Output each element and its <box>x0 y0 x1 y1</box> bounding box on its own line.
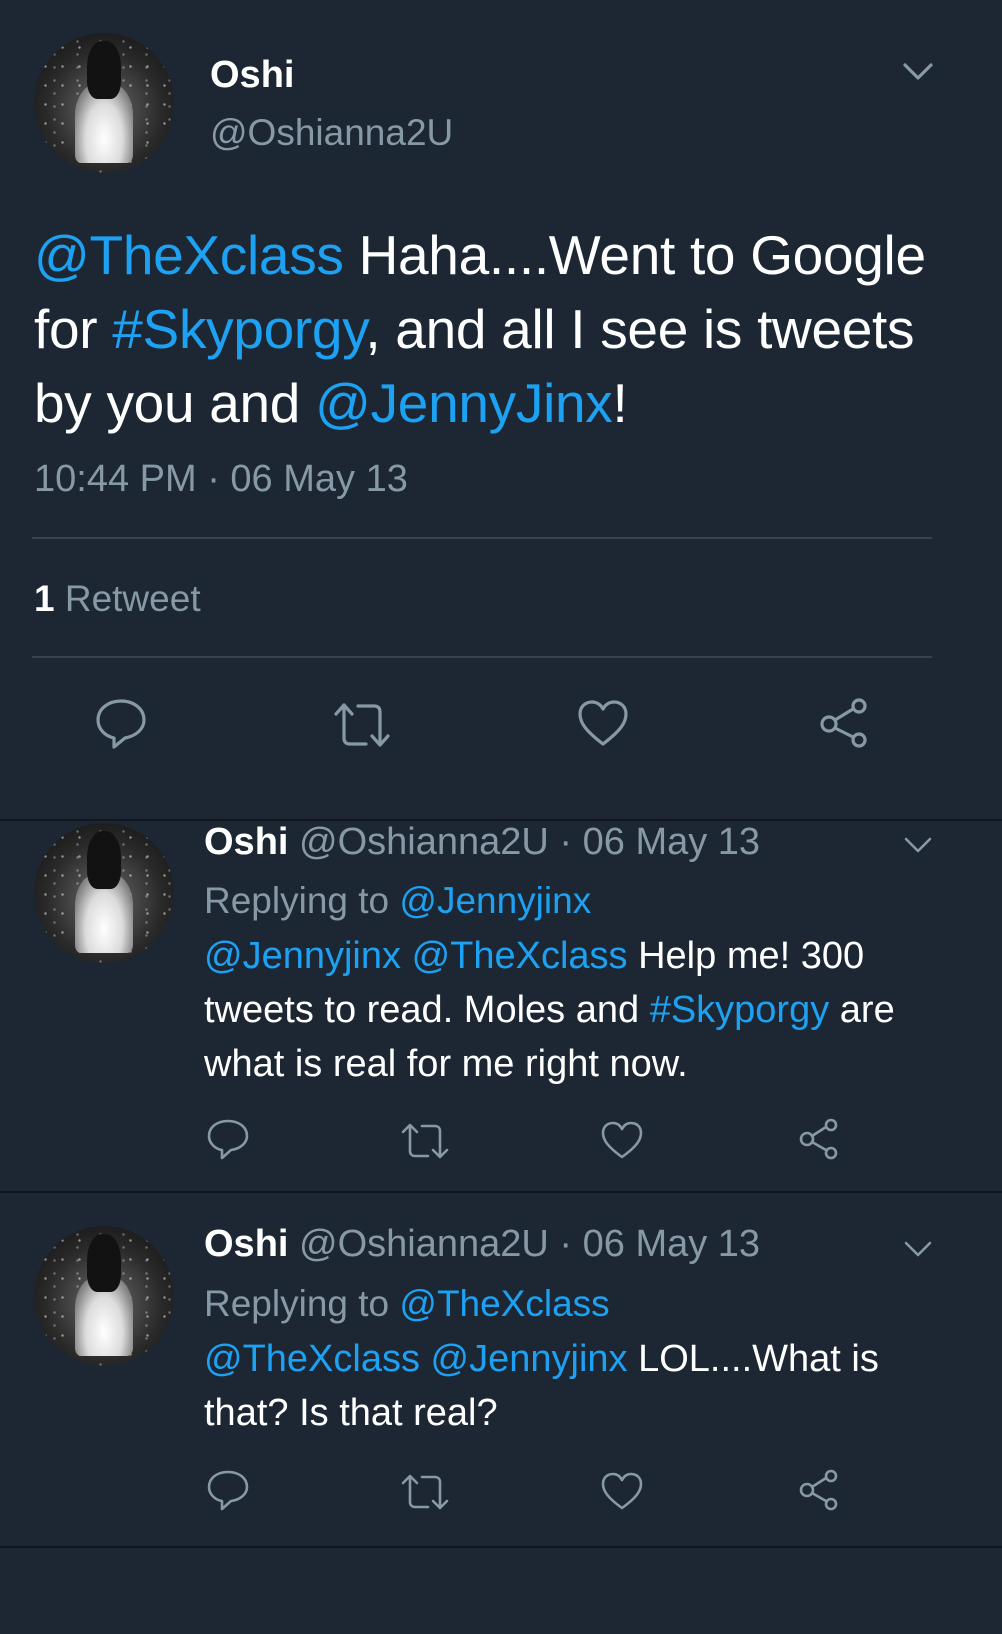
retweet-count-link[interactable]: 1 Retweet <box>34 578 201 620</box>
main-tweet: Oshi @Oshianna2U @TheXclass Haha....Went… <box>0 0 1002 821</box>
tweet-text-segment <box>401 935 412 977</box>
tweet-text-segment <box>420 1338 431 1380</box>
mention-link[interactable]: @TheXclass <box>412 935 628 977</box>
reply-icon[interactable] <box>206 1468 250 1512</box>
tweet-text-segment: ! <box>612 372 628 434</box>
chevron-down-icon[interactable] <box>900 56 936 86</box>
replying-mention-link[interactable]: @TheXclass <box>399 1283 609 1324</box>
heart-icon[interactable] <box>600 1470 644 1512</box>
reply-icon[interactable] <box>206 1117 250 1161</box>
mention-link[interactable]: @JennyJinx <box>315 372 613 434</box>
mention-link[interactable]: @Jennyjinx <box>204 935 401 977</box>
retweet-icon[interactable] <box>400 1121 450 1161</box>
replying-label: Replying to <box>204 880 390 921</box>
heart-icon[interactable] <box>600 1119 644 1161</box>
author-name[interactable]: Oshi <box>204 821 288 863</box>
author-handle-date[interactable]: @Oshianna2U · 06 May 13 <box>299 1223 760 1265</box>
avatar[interactable] <box>34 1226 174 1366</box>
tweet-timestamp[interactable]: 10:44 PM · 06 May 13 <box>34 458 408 501</box>
avatar[interactable] <box>34 33 174 173</box>
replying-to: Replying to @Jennyjinx <box>204 880 591 922</box>
mention-link[interactable]: @TheXclass <box>34 224 344 286</box>
mention-link[interactable]: @TheXclass <box>204 1338 420 1380</box>
divider <box>32 537 932 539</box>
reply-icon[interactable] <box>94 696 148 750</box>
mention-link[interactable]: @Jennyjinx <box>431 1338 628 1380</box>
reply-header: Oshi @Oshianna2U · 06 May 13 <box>204 821 760 864</box>
next-tweet-edge <box>0 1548 1002 1634</box>
tweet-text: @Jennyjinx @TheXclass Help me! 300 tweet… <box>204 929 954 1091</box>
retweet-label: Retweet <box>64 578 201 619</box>
tweet-text: @TheXclass Haha....Went to Google for #S… <box>34 218 954 440</box>
chevron-down-icon[interactable] <box>902 1235 934 1261</box>
hashtag-link[interactable]: #Skyporgy <box>112 298 365 360</box>
divider <box>32 656 932 658</box>
retweet-icon[interactable] <box>400 1472 450 1512</box>
replying-label: Replying to <box>204 1283 390 1324</box>
reply-tweet[interactable]: Oshi @Oshianna2U · 06 May 13 Replying to… <box>0 821 1002 1193</box>
hashtag-link[interactable]: #Skyporgy <box>650 989 830 1031</box>
heart-icon[interactable] <box>576 698 630 748</box>
avatar[interactable] <box>34 823 174 963</box>
retweet-icon[interactable] <box>332 700 392 750</box>
retweet-count: 1 <box>34 578 55 619</box>
author-handle-date[interactable]: @Oshianna2U · 06 May 13 <box>299 821 760 863</box>
replying-mention-link[interactable]: @Jennyjinx <box>399 880 591 921</box>
tweet-text: @TheXclass @Jennyjinx LOL....What is tha… <box>204 1332 954 1440</box>
chevron-down-icon[interactable] <box>902 831 934 857</box>
author-name[interactable]: Oshi <box>204 1223 288 1265</box>
share-icon[interactable] <box>797 1468 841 1512</box>
share-icon[interactable] <box>797 1117 841 1161</box>
reply-tweet[interactable]: Oshi @Oshianna2U · 06 May 13 Replying to… <box>0 1193 1002 1548</box>
replying-to: Replying to @TheXclass <box>204 1283 610 1325</box>
share-icon[interactable] <box>817 697 871 749</box>
reply-header: Oshi @Oshianna2U · 06 May 13 <box>204 1223 760 1266</box>
author-name[interactable]: Oshi <box>210 54 294 97</box>
author-handle[interactable]: @Oshianna2U <box>210 112 453 154</box>
